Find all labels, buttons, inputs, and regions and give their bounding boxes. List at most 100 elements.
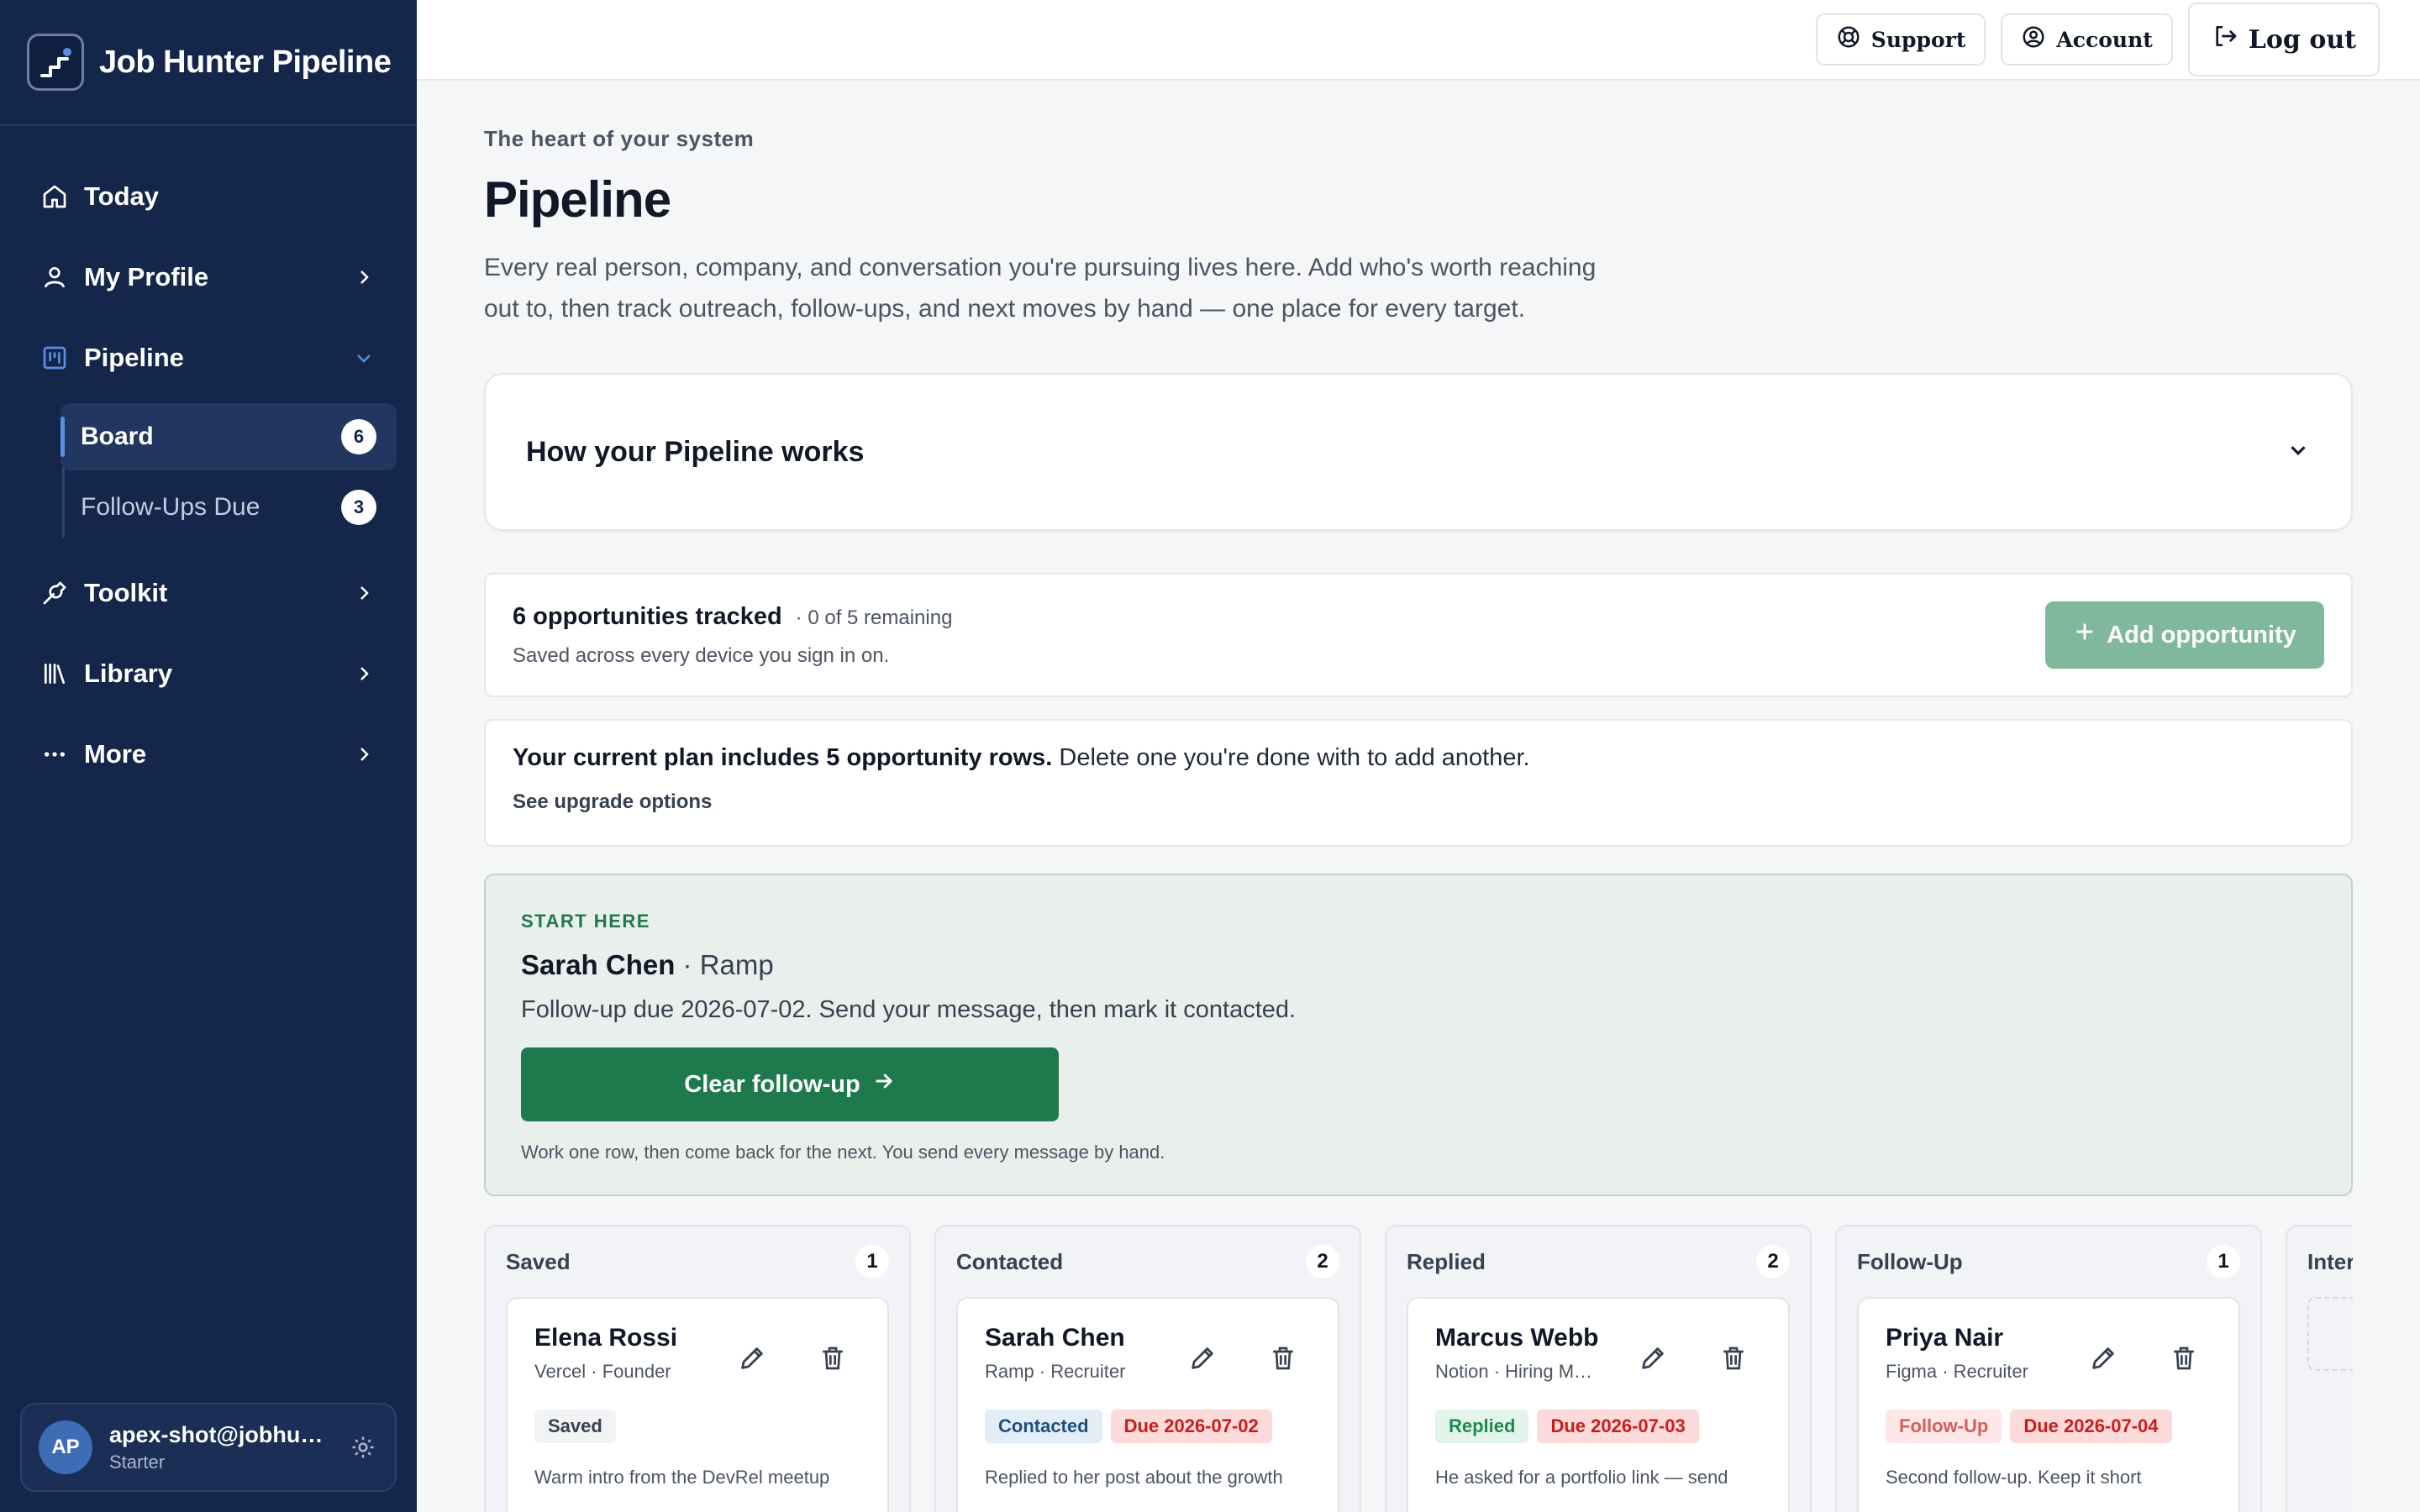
user-email: apex-shot@jobhunterpipeline.com	[109, 1421, 336, 1447]
column-title: Inter	[2307, 1248, 2353, 1274]
column-count: 2	[1756, 1245, 1790, 1278]
card-actions	[1175, 1331, 1311, 1386]
chevron-right-icon	[351, 265, 376, 290]
opportunity-card[interactable]: Marcus Webb Notion · Hiring Manager Repl…	[1407, 1297, 1790, 1512]
chevron-right-icon	[351, 661, 376, 686]
brand[interactable]: Job Hunter Pipeline	[0, 0, 417, 126]
logout-icon	[2212, 23, 2238, 56]
user-icon	[40, 263, 69, 291]
board-column-replied: Replied 2 Marcus Webb Notion · Hiring Ma…	[1385, 1225, 1812, 1512]
sub-label: Board	[81, 423, 154, 450]
top-bar: Support Account Log out	[417, 0, 2420, 81]
sidebar-nav: Today My Profile Pipeline Board 6 Follow…	[0, 126, 417, 795]
card-note: Warm intro from the DevRel meetup	[534, 1467, 830, 1488]
plan-text: Your current plan includes 5 opportunity…	[513, 744, 2324, 772]
nav-label: Pipeline	[84, 343, 184, 372]
contact-meta: Ramp · Recruiter	[985, 1361, 1126, 1382]
sidebar-item-board[interactable]: Board 6	[60, 403, 397, 470]
lifebuoy-icon	[1836, 24, 1861, 55]
chevron-down-icon	[351, 345, 376, 370]
column-title: Saved	[506, 1248, 571, 1274]
contact-company: · Ramp	[675, 949, 774, 980]
start-here-card: START HERE Sarah Chen · Ramp Follow-up d…	[484, 874, 2353, 1196]
trash-icon[interactable]	[1706, 1331, 1761, 1386]
trash-icon[interactable]	[805, 1331, 860, 1386]
main-content: The heart of your system Pipeline Every …	[484, 81, 2353, 1512]
account-label: Account	[2056, 27, 2153, 52]
user-plan: Starter	[109, 1451, 166, 1473]
sidebar: Job Hunter Pipeline Today My Profile Pip…	[0, 0, 417, 1512]
page-description: Every real person, company, and conversa…	[484, 254, 1597, 323]
status-badge: Contacted	[985, 1410, 1102, 1443]
chevron-down-icon	[2286, 438, 2311, 467]
pipeline-board: Saved 1 Elena Rossi Vercel · Founder Sav…	[484, 1225, 2353, 1512]
pencil-icon[interactable]	[1175, 1331, 1230, 1386]
gear-icon[interactable]	[348, 1432, 378, 1462]
add-opportunity-button[interactable]: Add opportunity	[2045, 601, 2324, 669]
pencil-icon[interactable]	[724, 1331, 780, 1386]
nav-item-today[interactable]: Today	[0, 156, 417, 237]
accordion-title: How your Pipeline works	[526, 435, 865, 468]
nav-item-toolkit[interactable]: Toolkit	[0, 553, 417, 633]
contact-name: Marcus Webb	[1435, 1324, 1599, 1352]
opportunity-stats: 6 opportunities tracked · 0 of 5 remaini…	[484, 573, 2353, 697]
board-column-saved: Saved 1 Elena Rossi Vercel · Founder Sav…	[484, 1225, 911, 1512]
chevron-right-icon	[351, 580, 376, 606]
support-button[interactable]: Support	[1815, 13, 1986, 66]
opportunity-card[interactable]: Sarah Chen Ramp · Recruiter Contacted Du…	[956, 1297, 1339, 1512]
card-header: Marcus Webb Notion · Hiring Manager	[1435, 1324, 1761, 1386]
user-card[interactable]: AP apex-shot@jobhunterpipeline.com Start…	[20, 1403, 397, 1492]
start-eyebrow: START HERE	[521, 911, 650, 932]
logout-button[interactable]: Log out	[2187, 3, 2380, 76]
stats-text: 6 opportunities tracked · 0 of 5 remaini…	[513, 603, 2045, 668]
logo-icon	[27, 34, 84, 91]
nav-label: Library	[84, 659, 173, 688]
nav-item-more[interactable]: More	[0, 714, 417, 795]
opportunity-card[interactable]: Elena Rossi Vercel · Founder Saved Warm …	[506, 1297, 889, 1512]
pencil-icon[interactable]	[2075, 1331, 2131, 1386]
card-identity: Priya Nair Figma · Recruiter	[1886, 1324, 2075, 1383]
status-badge: Saved	[534, 1410, 616, 1443]
board-icon	[40, 344, 69, 372]
sidebar-item-follow-ups-due[interactable]: Follow-Ups Due 3	[60, 474, 397, 541]
card-header: Sarah Chen Ramp · Recruiter	[985, 1324, 1311, 1386]
contact-meta: Notion · Hiring Manager	[1435, 1361, 1595, 1382]
card-note: He asked for a portfolio link — send	[1435, 1467, 1728, 1488]
sub-label: Follow-Ups Due	[81, 493, 260, 521]
account-button[interactable]: Account	[2001, 13, 2173, 66]
card-identity: Sarah Chen Ramp · Recruiter	[985, 1324, 1175, 1383]
app-title: Job Hunter Pipeline	[99, 44, 392, 80]
trash-icon[interactable]	[1255, 1331, 1311, 1386]
column-count: 1	[855, 1245, 889, 1278]
upgrade-link[interactable]: See upgrade options	[513, 790, 2324, 814]
pencil-icon[interactable]	[1625, 1331, 1681, 1386]
how-it-works-accordion[interactable]: How your Pipeline works	[484, 373, 2353, 531]
logout-label: Log out	[2248, 24, 2356, 55]
column-title: Follow-Up	[1857, 1248, 1963, 1274]
column-header: Replied 2	[1407, 1243, 1790, 1280]
home-icon	[40, 182, 69, 211]
clear-follow-up-button[interactable]: Clear follow-up	[521, 1047, 1059, 1121]
trash-icon[interactable]	[2156, 1331, 2212, 1386]
opportunity-card[interactable]: Priya Nair Figma · Recruiter Follow-Up D…	[1857, 1297, 2240, 1512]
wrench-icon	[40, 579, 69, 607]
card-note: Second follow-up. Keep it short	[1886, 1467, 2142, 1488]
plus-icon	[2073, 620, 2096, 650]
count-badge: 3	[341, 490, 376, 525]
column-title: Contacted	[956, 1248, 1064, 1274]
column-header: Saved 1	[506, 1243, 889, 1280]
nav-item-my-profile[interactable]: My Profile	[0, 237, 417, 318]
contact-name: Elena Rossi	[534, 1324, 678, 1352]
due-badge: Due 2026-07-02	[1110, 1410, 1272, 1443]
card-tags: Replied Due 2026-07-03	[1435, 1410, 1761, 1443]
nav-item-pipeline[interactable]: Pipeline	[0, 318, 417, 398]
nav-label: My Profile	[84, 262, 209, 291]
nav-item-library[interactable]: Library	[0, 633, 417, 714]
page-eyebrow: The heart of your system	[484, 126, 755, 151]
account-circle-icon	[2021, 24, 2046, 55]
start-contact: Sarah Chen · Ramp	[521, 949, 2316, 981]
board-column-interview: Inter	[2286, 1225, 2353, 1512]
card-header: Priya Nair Figma · Recruiter	[1886, 1324, 2212, 1386]
card-tags: Follow-Up Due 2026-07-04	[1886, 1410, 2212, 1443]
due-badge: Due 2026-07-03	[1537, 1410, 1699, 1443]
